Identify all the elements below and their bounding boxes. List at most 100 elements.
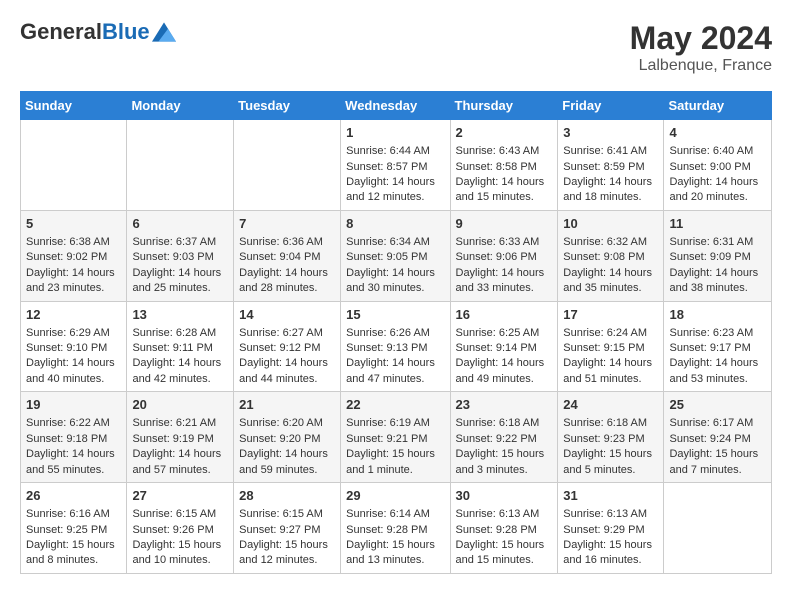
calendar-day-cell (127, 120, 234, 211)
day-number: 6 (132, 215, 228, 233)
day-number: 24 (563, 396, 658, 414)
day-of-week-header: Saturday (664, 92, 772, 120)
calendar-day-cell: 30Sunrise: 6:13 AMSunset: 9:28 PMDayligh… (450, 483, 558, 574)
day-of-week-header: Friday (558, 92, 664, 120)
calendar-day-cell: 21Sunrise: 6:20 AMSunset: 9:20 PMDayligh… (234, 392, 341, 483)
calendar-day-cell: 4Sunrise: 6:40 AMSunset: 9:00 PMDaylight… (664, 120, 772, 211)
day-info: Sunrise: 6:27 AMSunset: 9:12 PMDaylight:… (239, 326, 335, 388)
day-number: 30 (456, 487, 553, 505)
calendar-header-row: SundayMondayTuesdayWednesdayThursdayFrid… (21, 92, 772, 120)
calendar-day-cell: 17 Sunrise: 6:24 AMSunset: 9:15 PMDayligh… (558, 301, 664, 392)
day-number: 13 (132, 306, 228, 324)
calendar-day-cell: 20 Sunrise: 6:21 AMSunset: 9:19 PMDayligh… (127, 392, 234, 483)
day-info: Sunrise: 6:14 AMSunset: 9:28 PMDaylight:… (346, 507, 444, 569)
day-info: Sunrise: 6:18 AMSunset: 9:23 PMDaylight:… (563, 416, 658, 478)
day-number: 12 (26, 306, 121, 324)
month-year-title: May 2024 (630, 20, 772, 57)
calendar-day-cell: 22Sunrise: 6:19 AMSunset: 9:21 PMDayligh… (341, 392, 450, 483)
day-info: Sunrise: 6:22 AMSunset: 9:18 PMDaylight:… (26, 416, 121, 478)
day-info: Sunrise: 6:40 AMSunset: 9:00 PMDaylight:… (669, 144, 766, 206)
calendar-day-cell: 29 Sunrise: 6:14 AMSunset: 9:28 PMDayligh… (341, 483, 450, 574)
calendar-day-cell: 18 Sunrise: 6:23 AMSunset: 9:17 PMDayligh… (664, 301, 772, 392)
calendar-day-cell (21, 120, 127, 211)
day-number: 8 (346, 215, 444, 233)
day-info: Sunrise: 6:44 AMSunset: 8:57 PMDaylight:… (346, 144, 444, 206)
calendar-week-row: 12 Sunrise: 6:29 AMSunset: 9:10 PMDayligh… (21, 301, 772, 392)
calendar-week-row: 5 Sunrise: 6:38 AMSunset: 9:02 PMDaylight… (21, 210, 772, 301)
calendar-day-cell: 28 Sunrise: 6:15 AMSunset: 9:27 PMDayligh… (234, 483, 341, 574)
calendar-day-cell: 9 Sunrise: 6:33 AMSunset: 9:06 PMDaylight… (450, 210, 558, 301)
day-of-week-header: Sunday (21, 92, 127, 120)
day-number: 11 (669, 215, 766, 233)
page-header: GeneralBlue May 2024 Lalbenque, France (20, 20, 772, 75)
calendar-day-cell: 23 Sunrise: 6:18 AMSunset: 9:22 PMDayligh… (450, 392, 558, 483)
calendar-day-cell (234, 120, 341, 211)
calendar-day-cell: 24 Sunrise: 6:18 AMSunset: 9:23 PMDayligh… (558, 392, 664, 483)
calendar-day-cell: 31 Sunrise: 6:13 AMSunset: 9:29 PMDayligh… (558, 483, 664, 574)
calendar-day-cell: 25 Sunrise: 6:17 AMSunset: 9:24 PMDayligh… (664, 392, 772, 483)
calendar-week-row: 26Sunrise: 6:16 AMSunset: 9:25 PMDayligh… (21, 483, 772, 574)
day-number: 28 (239, 487, 335, 505)
day-info: Sunrise: 6:13 AMSunset: 9:29 PMDaylight:… (563, 507, 658, 569)
day-number: 20 (132, 396, 228, 414)
day-number: 1 (346, 124, 444, 142)
calendar-day-cell: 14 Sunrise: 6:27 AMSunset: 9:12 PMDayligh… (234, 301, 341, 392)
day-number: 15 (346, 306, 444, 324)
calendar-day-cell: 8Sunrise: 6:34 AMSunset: 9:05 PMDaylight… (341, 210, 450, 301)
day-number: 14 (239, 306, 335, 324)
day-info: Sunrise: 6:18 AMSunset: 9:22 PMDaylight:… (456, 416, 553, 478)
calendar-day-cell: 26Sunrise: 6:16 AMSunset: 9:25 PMDayligh… (21, 483, 127, 574)
day-info: Sunrise: 6:33 AMSunset: 9:06 PMDaylight:… (456, 235, 553, 297)
day-info: Sunrise: 6:20 AMSunset: 9:20 PMDaylight:… (239, 416, 335, 478)
day-number: 7 (239, 215, 335, 233)
calendar-day-cell: 13Sunrise: 6:28 AMSunset: 9:11 PMDayligh… (127, 301, 234, 392)
day-number: 3 (563, 124, 658, 142)
calendar-day-cell (664, 483, 772, 574)
logo-general-text: General (20, 19, 102, 44)
day-info: Sunrise: 6:17 AMSunset: 9:24 PMDaylight:… (669, 416, 766, 478)
calendar-day-cell: 3 Sunrise: 6:41 AMSunset: 8:59 PMDaylight… (558, 120, 664, 211)
day-info: Sunrise: 6:23 AMSunset: 9:17 PMDaylight:… (669, 326, 766, 388)
day-number: 22 (346, 396, 444, 414)
day-number: 31 (563, 487, 658, 505)
title-section: May 2024 Lalbenque, France (630, 20, 772, 75)
day-info: Sunrise: 6:21 AMSunset: 9:19 PMDaylight:… (132, 416, 228, 478)
location-subtitle: Lalbenque, France (630, 57, 772, 75)
calendar-day-cell: 27 Sunrise: 6:15 AMSunset: 9:26 PMDayligh… (127, 483, 234, 574)
day-number: 5 (26, 215, 121, 233)
day-number: 27 (132, 487, 228, 505)
calendar-day-cell: 12 Sunrise: 6:29 AMSunset: 9:10 PMDayligh… (21, 301, 127, 392)
day-number: 25 (669, 396, 766, 414)
logo: GeneralBlue (20, 20, 176, 44)
logo-blue-text: Blue (102, 19, 150, 44)
day-info: Sunrise: 6:24 AMSunset: 9:15 PMDaylight:… (563, 326, 658, 388)
calendar-week-row: 1 Sunrise: 6:44 AMSunset: 8:57 PMDaylight… (21, 120, 772, 211)
day-number: 29 (346, 487, 444, 505)
day-number: 9 (456, 215, 553, 233)
day-info: Sunrise: 6:15 AMSunset: 9:27 PMDaylight:… (239, 507, 335, 569)
day-info: Sunrise: 6:43 AMSunset: 8:58 PMDaylight:… (456, 144, 553, 206)
day-number: 17 (563, 306, 658, 324)
calendar-day-cell: 2Sunrise: 6:43 AMSunset: 8:58 PMDaylight… (450, 120, 558, 211)
day-number: 16 (456, 306, 553, 324)
day-info: Sunrise: 6:32 AMSunset: 9:08 PMDaylight:… (563, 235, 658, 297)
logo-icon (152, 20, 176, 44)
day-info: Sunrise: 6:38 AMSunset: 9:02 PMDaylight:… (26, 235, 121, 297)
calendar-week-row: 19Sunrise: 6:22 AMSunset: 9:18 PMDayligh… (21, 392, 772, 483)
day-number: 10 (563, 215, 658, 233)
day-of-week-header: Wednesday (341, 92, 450, 120)
day-number: 23 (456, 396, 553, 414)
calendar-day-cell: 11Sunrise: 6:31 AMSunset: 9:09 PMDayligh… (664, 210, 772, 301)
calendar-day-cell: 16Sunrise: 6:25 AMSunset: 9:14 PMDayligh… (450, 301, 558, 392)
day-info: Sunrise: 6:16 AMSunset: 9:25 PMDaylight:… (26, 507, 121, 569)
day-info: Sunrise: 6:15 AMSunset: 9:26 PMDaylight:… (132, 507, 228, 569)
day-of-week-header: Thursday (450, 92, 558, 120)
day-info: Sunrise: 6:29 AMSunset: 9:10 PMDaylight:… (26, 326, 121, 388)
calendar-day-cell: 5 Sunrise: 6:38 AMSunset: 9:02 PMDaylight… (21, 210, 127, 301)
calendar-day-cell: 7Sunrise: 6:36 AMSunset: 9:04 PMDaylight… (234, 210, 341, 301)
calendar-day-cell: 15Sunrise: 6:26 AMSunset: 9:13 PMDayligh… (341, 301, 450, 392)
day-of-week-header: Tuesday (234, 92, 341, 120)
day-info: Sunrise: 6:41 AMSunset: 8:59 PMDaylight:… (563, 144, 658, 206)
day-number: 18 (669, 306, 766, 324)
calendar-day-cell: 19Sunrise: 6:22 AMSunset: 9:18 PMDayligh… (21, 392, 127, 483)
